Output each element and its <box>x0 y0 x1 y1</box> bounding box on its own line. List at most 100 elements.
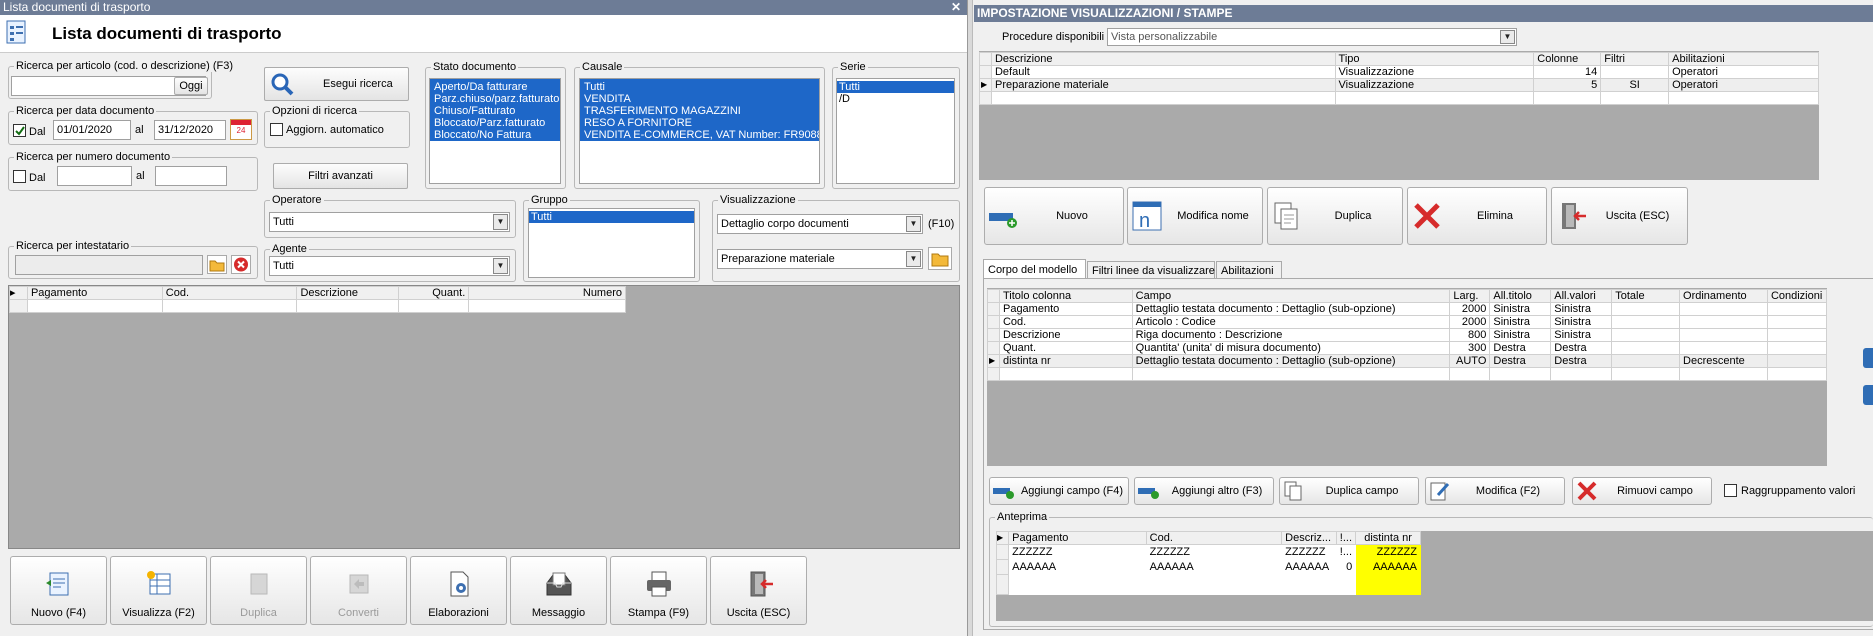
views-header[interactable]: Colonne <box>1533 52 1602 66</box>
grid-header[interactable]: Numero <box>468 286 626 300</box>
table-row[interactable]: ZZZZZZ ZZZZZZ ZZZZZZ !... ZZZZZZ <box>995 544 1421 560</box>
duplicate-view-button[interactable]: Duplica <box>1267 187 1403 245</box>
calendar-icon[interactable]: 24 <box>230 119 252 140</box>
exit-view-button[interactable]: Uscita (ESC) <box>1551 187 1688 245</box>
reason-item[interactable]: VENDITA E-COMMERCE, VAT Number: FR908839 <box>582 129 819 141</box>
table-row[interactable]: Default Visualizzazione 14 Operatori <box>979 65 1819 79</box>
series-item[interactable]: /D <box>837 93 954 105</box>
table-row[interactable]: Cod. Articolo : Codice 2000 Sinistra Sinistr… <box>987 315 1828 329</box>
delete-view-button[interactable]: Elimina <box>1407 187 1547 245</box>
duplicate-button[interactable]: Duplica <box>210 556 307 625</box>
results-grid[interactable]: ▸ Pagamento Cod. Descrizione Quant. Nume… <box>9 286 626 313</box>
chevron-down-icon[interactable]: ▼ <box>906 216 921 232</box>
folder-icon[interactable] <box>207 255 227 274</box>
table-row[interactable]: Pagamento Dettaglio testata documento : D… <box>987 302 1828 316</box>
tab-filtri[interactable]: Filtri linee da visualizzare <box>1087 261 1215 279</box>
fields-grid[interactable]: Titolo colonna Campo Larg. All.titolo Al… <box>987 289 1828 381</box>
print-button[interactable]: Stampa (F9) <box>610 556 707 625</box>
views-grid[interactable]: Descrizione Tipo Colonne Filtri Abilitaz… <box>979 52 1819 105</box>
advanced-filters-button[interactable]: Filtri avanzati <box>273 163 408 189</box>
views-header[interactable]: Tipo <box>1334 52 1535 66</box>
preview-header[interactable]: Pagamento <box>1008 531 1147 545</box>
chevron-down-icon[interactable]: ▼ <box>493 258 508 274</box>
view-select[interactable]: Preparazione materiale ▼ <box>717 249 923 269</box>
series-list[interactable]: Tutti /D <box>836 78 955 184</box>
status-item[interactable]: Parz.chiuso/parz.fatturato <box>432 93 560 105</box>
status-item[interactable]: Bloccato/No Fattura <box>432 129 560 141</box>
auto-update-checkbox[interactable] <box>270 123 283 136</box>
add-field-button[interactable]: Aggiungi campo (F4) <box>989 477 1129 505</box>
reason-list[interactable]: Tutti VENDITA TRASFERIMENTO MAGAZZINI RE… <box>579 78 820 184</box>
scroll-up-icon[interactable] <box>1863 348 1873 368</box>
chevron-down-icon[interactable]: ▼ <box>906 251 921 267</box>
grid-header[interactable]: Pagamento <box>26 286 163 300</box>
fields-header[interactable]: Totale <box>1611 289 1681 303</box>
table-row[interactable]: AAAAAA AAAAAA AAAAAA 0 AAAAAA <box>995 559 1421 575</box>
today-button[interactable]: Oggi <box>174 77 208 95</box>
edit-field-button[interactable]: Modifica (F2) <box>1425 477 1565 505</box>
views-header[interactable]: Abilitazioni <box>1668 52 1819 66</box>
fields-header[interactable]: All.valori <box>1550 289 1613 303</box>
remove-field-button[interactable]: Rimuovi campo <box>1572 477 1712 505</box>
exec-search-button[interactable]: Esegui ricerca <box>264 67 409 101</box>
preview-grid[interactable]: ▶ Pagamento Cod. Descriz... !... distint… <box>995 531 1421 595</box>
scroll-down-icon[interactable] <box>1863 385 1873 405</box>
date-from-checkbox[interactable] <box>13 124 26 137</box>
preview-header[interactable]: Cod. <box>1145 531 1283 545</box>
views-header[interactable]: Descrizione <box>990 52 1336 66</box>
procedures-select[interactable]: Vista personalizzabile ▼ <box>1107 28 1517 46</box>
open-folder-icon[interactable] <box>928 247 952 270</box>
fields-header[interactable]: Titolo colonna <box>998 289 1133 303</box>
grouping-checkbox[interactable] <box>1724 484 1737 497</box>
chevron-down-icon[interactable]: ▼ <box>1500 30 1515 44</box>
reason-item[interactable]: VENDITA <box>582 93 819 105</box>
tab-corpo[interactable]: Corpo del modello <box>983 259 1086 279</box>
table-row[interactable]: ▶ distinta nr Dettaglio testata documento … <box>987 354 1828 368</box>
clear-icon[interactable] <box>231 255 251 274</box>
grid-header[interactable]: Quant. <box>398 286 470 300</box>
agent-select[interactable]: Tutti ▼ <box>269 256 510 276</box>
operator-select[interactable]: Tutti ▼ <box>269 212 510 232</box>
grid-header[interactable]: Descrizione <box>296 286 400 300</box>
preview-header[interactable]: distinta nr <box>1355 531 1421 545</box>
tab-abilitazioni[interactable]: Abilitazioni <box>1216 261 1282 279</box>
fields-header[interactable]: Campo <box>1131 289 1451 303</box>
grid-header[interactable]: Cod. <box>161 286 298 300</box>
date-to-input[interactable]: 31/12/2020 <box>154 120 226 140</box>
processing-button[interactable]: Elaborazioni <box>410 556 507 625</box>
series-item[interactable]: Tutti <box>837 81 954 93</box>
chevron-down-icon[interactable]: ▼ <box>493 214 508 230</box>
status-item[interactable]: Chiuso/Fatturato <box>432 105 560 117</box>
status-item[interactable]: Bloccato/Parz.fatturato <box>432 117 560 129</box>
fields-header[interactable]: Ordinamento <box>1679 289 1768 303</box>
search-holder-input[interactable] <box>15 255 203 275</box>
preview-header[interactable]: Descriz... <box>1281 531 1337 545</box>
date-from-input[interactable]: 01/01/2020 <box>53 120 131 140</box>
new-button[interactable]: Nuovo (F4) <box>10 556 107 625</box>
fields-header[interactable]: Larg. <box>1449 289 1491 303</box>
add-other-button[interactable]: Aggiungi altro (F3) <box>1134 477 1274 505</box>
reason-item[interactable]: Tutti <box>582 81 819 93</box>
table-row[interactable]: Descrizione Riga documento : Descrizione 8… <box>987 328 1828 342</box>
fields-header[interactable]: Condizioni <box>1766 289 1828 303</box>
convert-button[interactable]: Converti <box>310 556 407 625</box>
fields-header[interactable]: All.titolo <box>1489 289 1552 303</box>
close-icon[interactable]: ✕ <box>951 0 961 15</box>
table-row[interactable]: Quant. Quantita' (unita' di misura docume… <box>987 341 1828 355</box>
new-view-button[interactable]: Nuovo <box>984 187 1124 245</box>
results-area[interactable] <box>8 285 960 549</box>
exit-button[interactable]: Uscita (ESC) <box>710 556 807 625</box>
number-to-input[interactable] <box>155 166 227 186</box>
view-mode-select[interactable]: Dettaglio corpo documenti ▼ <box>717 214 923 234</box>
status-list[interactable]: Aperto/Da fatturare Parz.chiuso/parz.fat… <box>429 78 561 184</box>
message-button[interactable]: Messaggio <box>510 556 607 625</box>
reason-item[interactable]: TRASFERIMENTO MAGAZZINI <box>582 105 819 117</box>
rename-button[interactable]: n Modifica nome <box>1127 187 1263 245</box>
views-header[interactable]: Filtri <box>1600 52 1670 66</box>
group-item[interactable]: Tutti <box>529 211 694 223</box>
number-from-input[interactable] <box>57 166 132 186</box>
view-button[interactable]: Visualizza (F2) <box>110 556 207 625</box>
reason-item[interactable]: RESO A FORNITORE <box>582 117 819 129</box>
preview-header[interactable]: !... <box>1335 531 1357 545</box>
table-row[interactable]: ▶ Preparazione materiale Visualizzazione… <box>979 78 1819 92</box>
